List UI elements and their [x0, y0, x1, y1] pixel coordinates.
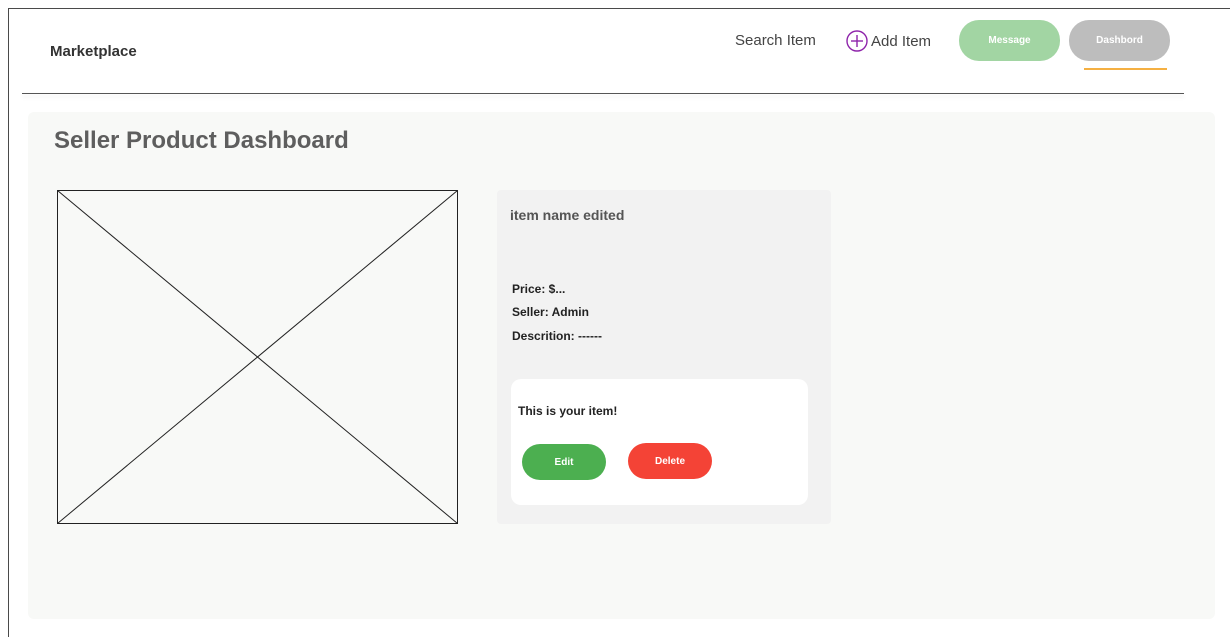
header-divider: [22, 93, 1184, 94]
message-button[interactable]: Message: [959, 20, 1060, 61]
item-description: Descrition: ------: [512, 329, 602, 343]
delete-button[interactable]: Delete: [628, 443, 712, 479]
active-tab-indicator: [1084, 68, 1167, 70]
item-name: item name edited: [510, 207, 625, 223]
product-image-placeholder-icon: [57, 190, 458, 524]
page-title: Seller Product Dashboard: [54, 127, 349, 154]
add-item-label: Add Item: [871, 32, 932, 50]
owner-message: This is your item!: [518, 404, 618, 418]
search-item-link[interactable]: Search Item: [735, 32, 816, 49]
item-seller: Seller: Admin: [512, 305, 589, 319]
brand-logo[interactable]: Marketplace: [50, 43, 137, 60]
add-item-link[interactable]: Add Item: [846, 30, 931, 52]
owner-actions-box: [511, 379, 808, 505]
item-price: Price: $...: [512, 282, 566, 296]
edit-button[interactable]: Edit: [522, 444, 606, 480]
plus-circle-icon: [846, 30, 868, 52]
dashboard-button[interactable]: Dashbord: [1069, 20, 1170, 61]
